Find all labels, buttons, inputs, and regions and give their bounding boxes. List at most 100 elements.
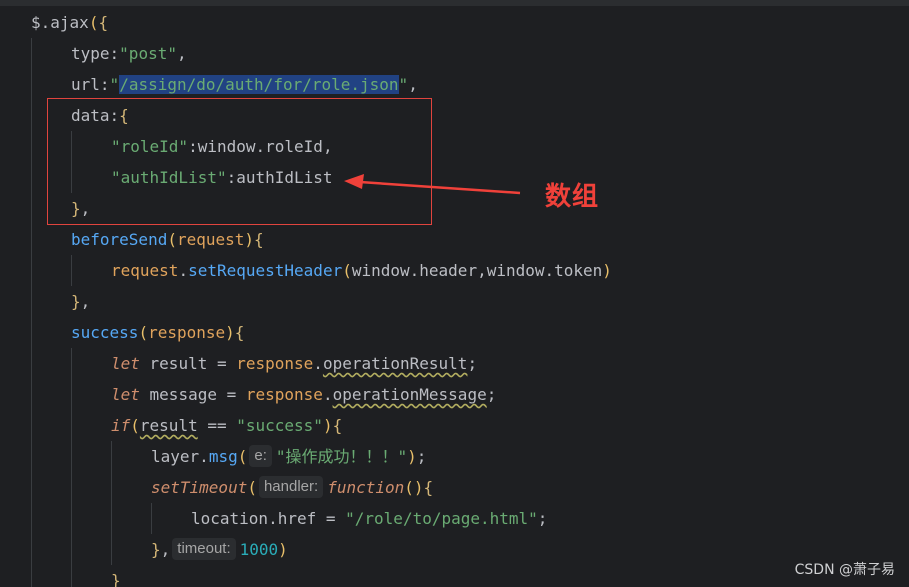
annotation-label: 数组 xyxy=(545,182,600,212)
token: , xyxy=(176,44,187,63)
token: . xyxy=(313,354,323,373)
code-line: success(response){ xyxy=(71,317,244,348)
code-line: setTimeout(handler: function(){ xyxy=(151,472,433,503)
token: ) xyxy=(602,261,612,280)
token: request xyxy=(176,230,245,249)
code-line: request.setRequestHeader(window.header,w… xyxy=(111,255,612,286)
token: ( xyxy=(342,261,352,280)
token: } xyxy=(71,292,81,311)
watermark: CSDN @萧子易 xyxy=(794,562,895,578)
token: == xyxy=(197,416,237,435)
token: " xyxy=(109,75,120,94)
indent-guide xyxy=(151,503,152,534)
token: "操作成功！！！" xyxy=(275,447,408,466)
token: response xyxy=(148,323,226,342)
token: let xyxy=(111,385,140,404)
token: operationResult xyxy=(322,354,468,373)
code-editor[interactable]: $.ajax({ type:"post", url:"/assign/do/au… xyxy=(0,0,909,587)
token: . xyxy=(178,261,189,280)
token: { xyxy=(423,478,434,497)
token: ) xyxy=(407,447,417,466)
token: message = xyxy=(139,385,246,404)
token: , xyxy=(80,292,91,311)
token: href xyxy=(277,509,317,528)
token: window.header,window.token xyxy=(351,261,603,280)
token: ; xyxy=(416,447,427,466)
token: ; xyxy=(467,354,478,373)
token: . xyxy=(199,447,209,466)
editor-top-border xyxy=(0,0,909,6)
token: function xyxy=(327,478,405,497)
token: () xyxy=(404,478,424,497)
token: result xyxy=(139,416,198,435)
token: . xyxy=(268,509,278,528)
code-line: layer.msg(e: "操作成功！！！"); xyxy=(151,441,426,472)
code-line: type:"post", xyxy=(71,38,187,69)
code-line: let result = response.operationResult; xyxy=(111,348,477,379)
code-line: $.ajax({ xyxy=(31,7,108,38)
code-line: let message = response.operationMessage; xyxy=(111,379,496,410)
token: : xyxy=(99,75,110,94)
token: setTimeout xyxy=(151,478,248,497)
token: success xyxy=(71,323,139,342)
annotation-arrow xyxy=(344,174,521,195)
token: ( xyxy=(88,13,99,32)
token: = xyxy=(316,509,346,528)
indent-guide xyxy=(71,255,72,286)
token: ( xyxy=(237,447,248,466)
token: response xyxy=(236,354,314,373)
token: "/role/to/page.html" xyxy=(345,509,538,528)
token: request xyxy=(111,261,179,280)
indent-guide xyxy=(111,441,112,565)
token: ( xyxy=(130,416,140,435)
token: } xyxy=(151,540,161,559)
code-line: } xyxy=(111,565,121,587)
token: ( xyxy=(247,478,257,497)
token: , xyxy=(160,540,171,559)
parameter-hint: timeout: xyxy=(172,538,236,560)
token: ; xyxy=(537,509,548,528)
token: "post" xyxy=(119,44,177,63)
parameter-hint: handler: xyxy=(258,476,324,498)
indent-guide xyxy=(31,38,32,587)
code-line: if(result == "success"){ xyxy=(111,410,342,441)
code-line: location.href = "/role/to/page.html"; xyxy=(191,503,547,534)
token: location xyxy=(191,509,269,528)
code-line: beforeSend(request){ xyxy=(71,224,264,255)
highlight-box xyxy=(47,98,432,225)
token: ( xyxy=(138,323,149,342)
token: setRequestHeader xyxy=(188,261,343,280)
token: } xyxy=(111,571,121,587)
indent-guide xyxy=(71,348,72,587)
token: beforeSend xyxy=(71,230,168,249)
token: response xyxy=(245,385,323,404)
token: { xyxy=(234,323,245,342)
code-line: }, xyxy=(71,286,90,317)
token: layer xyxy=(151,447,200,466)
token: ) xyxy=(322,416,333,435)
token: url xyxy=(71,75,100,94)
token: , xyxy=(408,75,418,94)
token: ) xyxy=(278,540,288,559)
token: . xyxy=(322,385,333,404)
token: ( xyxy=(167,230,177,249)
parameter-hint: e: xyxy=(249,445,272,467)
token: $ xyxy=(31,13,41,32)
token: { xyxy=(332,416,343,435)
selected-text[interactable]: /assign/do/auth/for/role.json xyxy=(119,75,399,94)
token: { xyxy=(98,13,109,32)
token: ) xyxy=(225,323,235,342)
code-line: url:"/assign/do/auth/for/role.json", xyxy=(71,69,418,100)
token: type xyxy=(71,44,110,63)
code-line: }, timeout: 1000) xyxy=(151,534,288,565)
token: operationMessage xyxy=(332,385,487,404)
token: if xyxy=(111,416,131,435)
token: result = xyxy=(139,354,237,373)
token: .ajax xyxy=(40,13,89,32)
token: 1000 xyxy=(239,540,279,559)
token: msg xyxy=(208,447,238,466)
token: ; xyxy=(486,385,497,404)
token: { xyxy=(254,230,264,249)
token: " xyxy=(398,75,409,94)
token: let xyxy=(111,354,140,373)
